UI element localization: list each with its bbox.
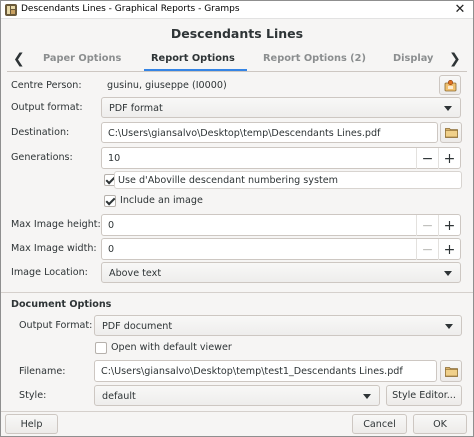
plus-icon[interactable]: + <box>438 215 460 236</box>
folder-icon <box>444 128 458 138</box>
report-dialog-window: Descendants Lines - Graphical Reports - … <box>0 0 474 437</box>
output-format-label: Output format: <box>11 102 83 113</box>
chevron-down-icon <box>444 271 452 276</box>
tab-paper-options[interactable]: Paper Options <box>43 53 121 64</box>
minus-icon[interactable]: − <box>416 215 438 236</box>
open-viewer-label: Open with default viewer <box>111 342 232 353</box>
daboville-label: Use d'Aboville descendant numbering syst… <box>118 175 338 186</box>
button-bar-divider <box>1 411 473 412</box>
image-height-value: 0 <box>108 220 115 231</box>
style-editor-label: Style Editor... <box>392 390 456 401</box>
filename-label: Filename: <box>19 366 66 377</box>
tab-scroll-left-icon[interactable]: ❮ <box>13 51 25 67</box>
chevron-down-icon <box>445 324 453 329</box>
select-person-button[interactable] <box>439 75 461 95</box>
destination-browse-button[interactable] <box>440 122 462 143</box>
style-label: Style: <box>19 390 47 401</box>
document-options-heading: Document Options <box>11 299 112 310</box>
plus-icon[interactable]: + <box>438 239 460 260</box>
image-height-stepper[interactable]: 0 − + <box>101 214 461 236</box>
minus-icon[interactable]: − <box>416 148 438 169</box>
include-image-label: Include an image <box>120 195 203 206</box>
gramps-app-icon <box>5 4 17 16</box>
cancel-button[interactable]: Cancel <box>352 414 407 434</box>
output-format-value: PDF format <box>109 103 163 114</box>
image-location-value: Above text <box>109 268 162 279</box>
tab-display[interactable]: Display <box>393 53 433 64</box>
chevron-down-icon <box>444 106 452 111</box>
person-select-icon <box>444 79 456 91</box>
tab-scroll-right-icon[interactable]: ❯ <box>449 51 461 67</box>
image-width-label: Max Image width: <box>11 243 97 254</box>
dialog-title: Descendants Lines <box>170 26 304 41</box>
chevron-down-icon <box>363 394 371 399</box>
generations-value: 10 <box>108 153 121 164</box>
help-label: Help <box>20 418 43 430</box>
doc-output-format-select[interactable]: PDF document <box>94 315 462 336</box>
window-titlebar: Descendants Lines - Graphical Reports - … <box>1 1 473 19</box>
minus-icon[interactable]: − <box>416 239 438 260</box>
active-tab-indicator <box>144 69 247 71</box>
cancel-label: Cancel <box>363 418 396 430</box>
centre-person-value: gusinu, giuseppe (I0000) <box>107 80 227 91</box>
style-editor-button[interactable]: Style Editor... <box>386 385 462 406</box>
destination-value: C:\Users\giansalvo\Desktop\temp\Descenda… <box>108 128 381 139</box>
generations-stepper[interactable]: 10 − + <box>101 147 461 169</box>
close-icon[interactable]: ✕ <box>449 1 471 18</box>
open-viewer-checkbox[interactable] <box>95 342 107 354</box>
generations-label: Generations: <box>11 152 73 163</box>
image-location-label: Image Location: <box>11 267 88 278</box>
image-height-label: Max Image height: <box>11 219 101 230</box>
ok-button[interactable]: OK <box>413 414 467 434</box>
folder-icon <box>444 366 458 377</box>
help-button[interactable]: Help <box>5 414 58 434</box>
tab-report-options-2[interactable]: Report Options (2) <box>263 53 366 64</box>
image-location-select[interactable]: Above text <box>101 262 461 283</box>
style-value: default <box>102 391 136 402</box>
tab-report-options[interactable]: Report Options <box>151 53 235 64</box>
filename-input[interactable]: C:\Users\giansalvo\Desktop\temp\test1_De… <box>94 360 437 382</box>
plus-icon[interactable]: + <box>438 148 460 169</box>
image-width-value: 0 <box>108 244 115 255</box>
daboville-focus-box: Use d'Aboville descendant numbering syst… <box>114 171 462 189</box>
destination-input[interactable]: C:\Users\giansalvo\Desktop\temp\Descenda… <box>101 122 438 143</box>
window-title: Descendants Lines - Graphical Reports - … <box>21 4 240 14</box>
output-format-select[interactable]: PDF format <box>101 97 461 118</box>
centre-person-label: Centre Person: <box>11 80 82 91</box>
doc-output-format-value: PDF document <box>102 321 173 332</box>
section-divider <box>1 292 473 293</box>
style-select[interactable]: default <box>94 385 380 406</box>
filename-browse-button[interactable] <box>440 360 462 382</box>
ok-label: OK <box>433 418 447 430</box>
include-image-checkbox[interactable] <box>104 195 116 207</box>
image-width-stepper[interactable]: 0 − + <box>101 238 461 260</box>
tab-bar: ❮ Paper Options Report Options Report Op… <box>7 48 467 72</box>
filename-value: C:\Users\giansalvo\Desktop\temp\test1_De… <box>101 366 403 377</box>
destination-label: Destination: <box>11 127 70 138</box>
doc-output-format-label: Output Format: <box>19 320 93 331</box>
